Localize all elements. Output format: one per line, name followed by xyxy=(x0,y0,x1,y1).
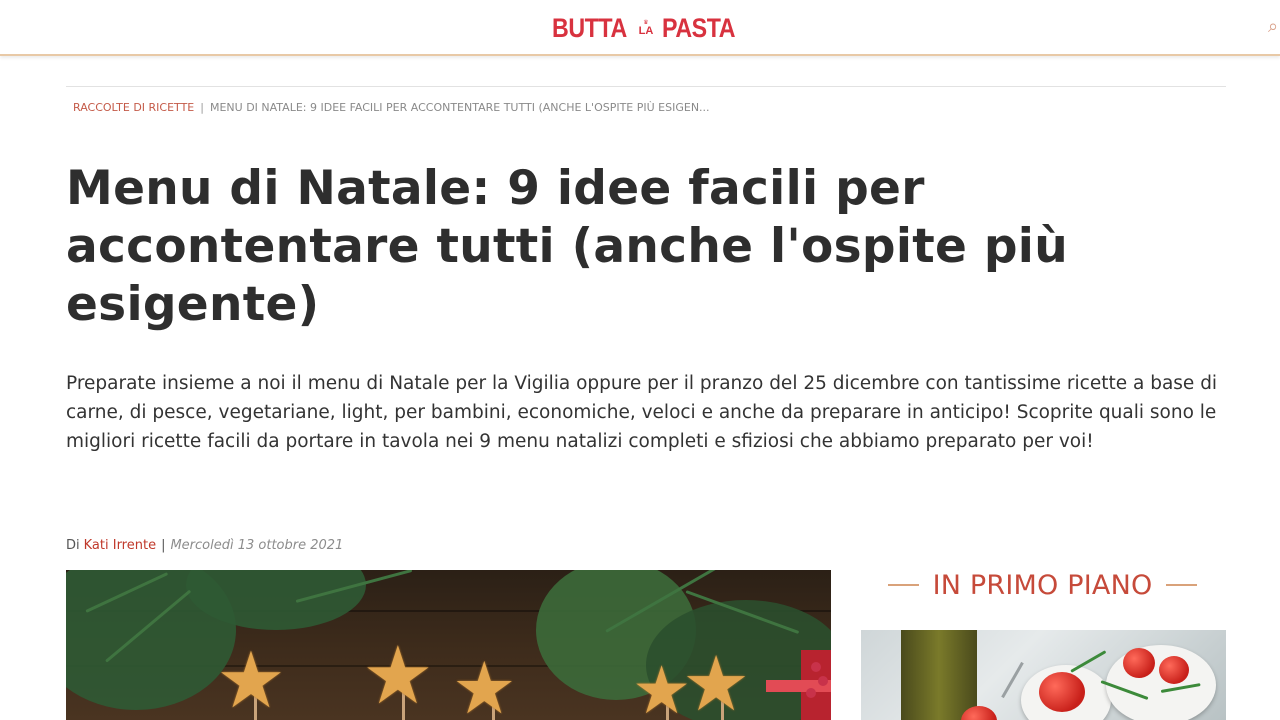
breadcrumb-separator: | xyxy=(200,100,204,114)
fork xyxy=(1001,661,1024,699)
tomato xyxy=(1159,656,1189,684)
page-title: Menu di Natale: 9 idee facili per accont… xyxy=(66,161,1068,332)
featured-article-image[interactable] xyxy=(861,630,1226,720)
section-heading-text: IN PRIMO PIANO xyxy=(932,569,1153,601)
pastry-star-icon: ★ xyxy=(216,636,286,720)
tomato xyxy=(1039,672,1085,712)
site-logo[interactable]: BUTTA ♛ LA PASTA xyxy=(552,10,758,46)
author-link[interactable]: Kati Irrente xyxy=(84,538,156,553)
breadcrumb-current: Menu di Natale: 9 idee facili per accont… xyxy=(209,100,710,114)
breadcrumb-link-parent[interactable]: Raccolte di ricette xyxy=(73,101,194,114)
byline-separator: | xyxy=(161,537,166,553)
breadcrumb: Raccolte di ricette | Menu di Natale: 9 … xyxy=(73,99,773,115)
heading-rule-left xyxy=(887,584,919,586)
tomato xyxy=(1123,648,1155,678)
heading-rule-right xyxy=(1166,584,1198,586)
pastry-star-icon: ★ xyxy=(682,639,751,720)
byline-prefix: Di xyxy=(66,537,80,553)
hero-image[interactable]: ★ ★ ★ ★ ★ xyxy=(66,570,831,720)
breadcrumb-divider xyxy=(66,86,1226,87)
berry xyxy=(811,662,821,672)
berry xyxy=(818,676,828,686)
berry xyxy=(806,688,816,698)
logo-word-right: PASTA xyxy=(662,12,736,43)
logo-middle: ♛ LA xyxy=(636,19,656,37)
publish-date: Mercoledì 13 ottobre 2021 xyxy=(170,537,344,553)
section-heading-in-primo-piano: IN PRIMO PIANO xyxy=(880,568,1205,602)
site-header: BUTTA ♛ LA PASTA ⌕ xyxy=(0,0,1280,56)
olive-oil-bottle xyxy=(901,630,977,720)
pastry-star-icon: ★ xyxy=(452,646,517,720)
logo-word-middle: LA xyxy=(638,24,654,37)
logo-word-left: BUTTA xyxy=(552,12,627,43)
article-byline: Di Kati Irrente | Mercoledì 13 ottobre 2… xyxy=(66,536,343,554)
pastry-star-icon: ★ xyxy=(362,629,434,720)
search-icon[interactable]: ⌕ xyxy=(1268,14,1280,40)
article-intro: Preparate insieme a noi il menu di Natal… xyxy=(66,373,1218,452)
